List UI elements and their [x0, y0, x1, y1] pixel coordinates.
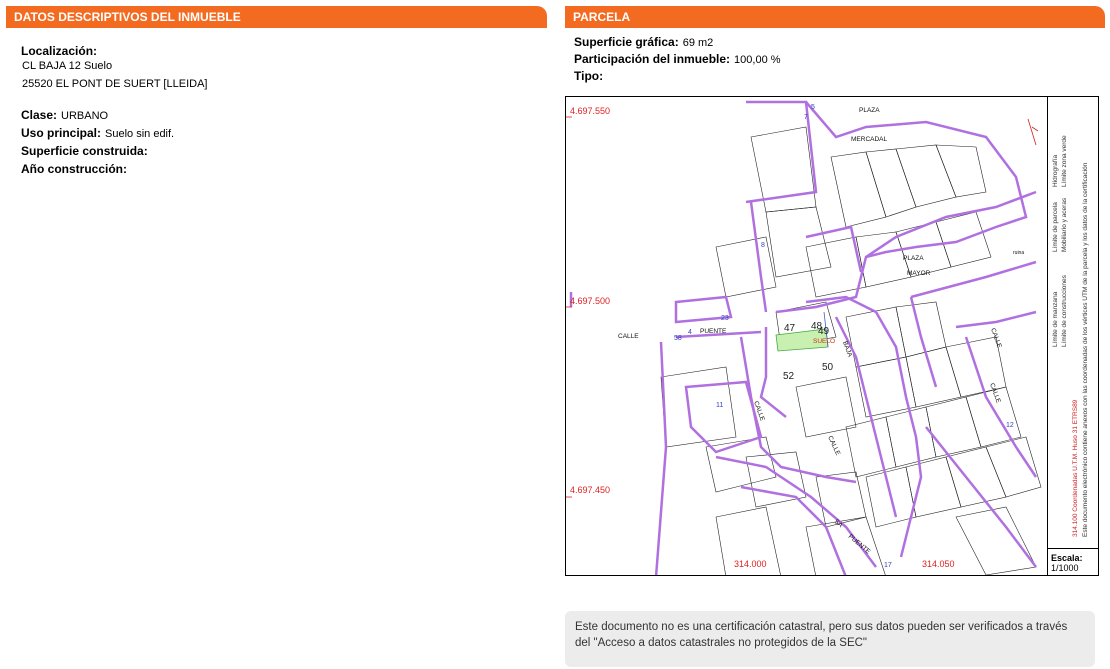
- participacion-value: 100,00 %: [734, 54, 781, 66]
- coord-y-4697450: 4.697.450: [570, 485, 611, 495]
- cadastral-map: PLAZA MERCADAL PLAZA MAYOR CALLE PUENTE …: [565, 96, 1099, 576]
- legend-hidrografia: Hidrografía: [1052, 154, 1059, 187]
- map-label-calle5: CALLE: [988, 382, 1002, 404]
- street-number-12: 12: [1006, 422, 1014, 429]
- descriptive-data-header: DATOS DESCRIPTIVOS DEL INMUEBLE: [6, 6, 547, 28]
- map-label-ruina: ruina: [1013, 250, 1024, 256]
- north-arrow: [1027, 118, 1039, 146]
- street-number-17: 17: [884, 562, 892, 569]
- superficie-grafica-value: 69 m2: [682, 37, 714, 49]
- coord-ticks: [566, 116, 572, 498]
- map-legend: Límite de manzana Límite de parcela Hidr…: [1047, 97, 1098, 548]
- coord-y-4697550: 4.697.550: [570, 106, 611, 116]
- localizacion-label: Localización:: [21, 44, 98, 58]
- anio-construccion-label: Año construcción:: [21, 162, 128, 176]
- map-label-puente2: PUENTE: [847, 533, 872, 556]
- parcel-number-49: 49: [818, 326, 830, 337]
- scale-value: 1/1000: [1051, 563, 1079, 573]
- clase-value: URBANO: [61, 110, 109, 122]
- map-label-mercadal: MERCADAL: [851, 136, 888, 143]
- parcel-numbers: 47 48 49 50 52: [783, 321, 834, 382]
- left-header-underline: [6, 26, 547, 28]
- map-label-sa: SA: [833, 518, 845, 529]
- participacion-label: Participación del inmueble:: [574, 52, 731, 66]
- street-number-23: 23: [721, 315, 729, 322]
- coord-x-314000: 314.000: [734, 559, 767, 569]
- coord-y-4697500: 4.697.500: [570, 296, 611, 306]
- legend-document-note: Este documento electrónico contiene anex…: [1082, 162, 1089, 537]
- parcel-number-50: 50: [822, 362, 834, 373]
- parcela-fields: Superficie gráfica: 69 m2 Participación d…: [574, 35, 781, 86]
- legend-limite-manzana: Límite de manzana: [1052, 291, 1059, 347]
- verification-note: Este documento no es una certificación c…: [565, 611, 1095, 667]
- address-line2: 25520 EL PONT DE SUERT [LLEIDA]: [22, 78, 208, 90]
- address-line1: CL BAJA 12 Suelo: [22, 60, 113, 72]
- parcela-header: PARCELA: [565, 6, 1105, 28]
- map-label-plaza1: PLAZA: [859, 107, 880, 114]
- superficie-construida-label: Superficie construida:: [21, 144, 148, 158]
- street-number-5: 5: [811, 104, 815, 111]
- street-number-58: 58: [674, 335, 682, 342]
- legend-coordinates-note: 314.100 Coordenadas U.T.M. Huso 31 ETRS8…: [1072, 399, 1079, 537]
- map-label-plaza2: PLAZA: [903, 255, 924, 262]
- map-label-calle3: CALLE: [826, 435, 841, 457]
- superficie-grafica-label: Superficie gráfica:: [574, 35, 679, 49]
- map-label-calle-left: CALLE: [618, 333, 639, 340]
- parcel-number-47: 47: [784, 323, 796, 334]
- legend-zona-verde: Límite zona verde: [1061, 135, 1068, 187]
- scale-box: Escala: 1/1000: [1047, 548, 1098, 575]
- street-number-8: 8: [761, 242, 765, 249]
- legend-limite-construcciones: Límite de construcciones: [1061, 275, 1068, 347]
- map-label-calle4: CALLE: [989, 327, 1003, 349]
- clase-label: Clase:: [21, 108, 58, 122]
- map-drawing: PLAZA MERCADAL PLAZA MAYOR CALLE PUENTE …: [566, 100, 1042, 575]
- street-number-7: 7: [804, 114, 808, 121]
- street-numbers: 11 58 23 4 5 7 8 12 17: [674, 104, 1014, 569]
- legend-mobiliario: Mobiliario y aceras: [1061, 197, 1068, 252]
- street-number-11: 11: [716, 402, 723, 409]
- descriptive-fields: Localización: CL BAJA 12 Suelo 25520 EL …: [21, 44, 207, 180]
- legend-limite-parcela: Límite de parcela: [1052, 202, 1059, 252]
- street-number-4: 4: [688, 329, 692, 336]
- uso-label: Uso principal:: [21, 126, 102, 140]
- coord-x-314050: 314.050: [922, 559, 955, 569]
- map-label-baja: BAJA: [841, 340, 853, 358]
- right-header-underline: [565, 26, 1105, 28]
- uso-value: Suelo sin edif.: [105, 128, 175, 140]
- tipo-label: Tipo:: [574, 69, 604, 83]
- scale-label: Escala:: [1051, 553, 1083, 563]
- map-label-mayor: MAYOR: [907, 270, 931, 277]
- map-label-suelo: SUELO: [813, 338, 835, 345]
- parcel-number-52: 52: [783, 371, 795, 382]
- map-label-puente1: PUENTE: [700, 328, 727, 335]
